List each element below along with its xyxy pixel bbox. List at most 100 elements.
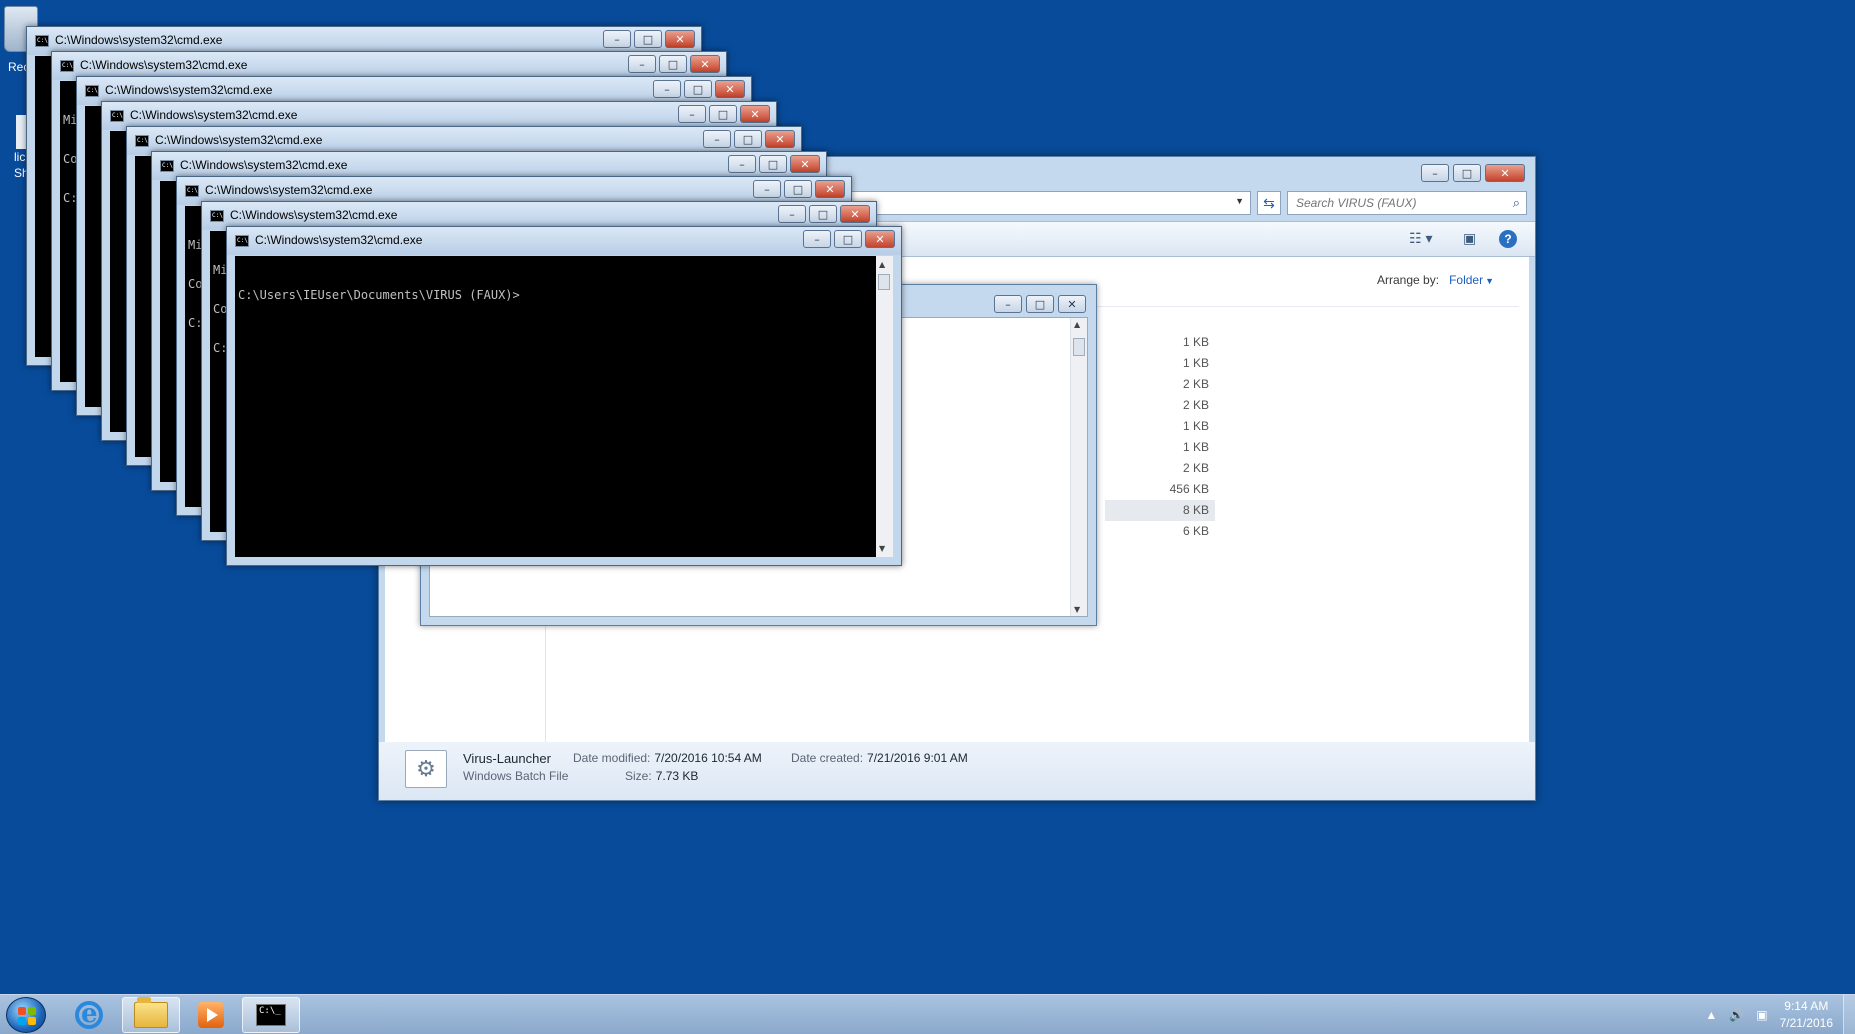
maximize-button[interactable]: □ — [809, 205, 837, 223]
scroll-up-icon[interactable]: ▲ — [879, 258, 885, 271]
cmd-window-controls: – □ ✕ — [628, 55, 720, 73]
close-button[interactable]: ✕ — [865, 230, 895, 248]
close-button[interactable]: ✕ — [715, 80, 745, 98]
explorer-window-controls: – □ ✕ — [1421, 164, 1525, 182]
minimize-button[interactable]: – — [628, 55, 656, 73]
preview-pane-icon[interactable]: ▣ — [1463, 230, 1476, 247]
show-desktop-button[interactable] — [1843, 995, 1855, 1034]
show-hidden-icons-icon[interactable]: ▲ — [1705, 1008, 1717, 1022]
file-size: 2 KB — [1182, 398, 1209, 412]
cmd-icon: C:\ — [60, 60, 74, 72]
close-button[interactable]: ✕ — [815, 180, 845, 198]
size-column: 1 KB 1 KB 2 KB 2 KB 1 KB 1 KB 2 KB 456 K… — [1105, 332, 1215, 542]
refresh-icon[interactable]: ⇆ — [1257, 191, 1281, 215]
cmd-title: C:\Windows\system32\cmd.exe — [180, 158, 348, 172]
cmd-icon: C:\ — [110, 110, 124, 122]
cmd-title: C:\Windows\system32\cmd.exe — [155, 133, 323, 147]
search-field[interactable]: ⌕ — [1287, 191, 1527, 215]
file-size: 1 KB — [1182, 335, 1209, 349]
file-size: 1 KB — [1182, 356, 1209, 370]
view-options-icon[interactable]: ☷ ▾ — [1409, 230, 1432, 247]
minimize-button[interactable]: – — [753, 180, 781, 198]
volume-icon[interactable]: 🔊 — [1729, 1008, 1744, 1022]
command-prompt-icon: C:\_ — [256, 1004, 286, 1026]
taskbar-media-player[interactable] — [182, 997, 240, 1033]
arrange-by[interactable]: Arrange by: Folder ▼ — [1377, 273, 1494, 287]
scroll-thumb[interactable] — [878, 274, 890, 290]
start-button[interactable] — [6, 997, 46, 1033]
file-size-selected[interactable]: 8 KB — [1105, 500, 1215, 521]
help-icon[interactable]: ? — [1499, 230, 1517, 248]
clock-date: 7/21/2016 — [1779, 1016, 1833, 1030]
cmd-window-active[interactable]: C:\ C:\Windows\system32\cmd.exe – □ ✕ C:… — [226, 226, 902, 566]
close-button[interactable]: ✕ — [665, 30, 695, 48]
minimize-button[interactable]: – — [994, 295, 1022, 313]
taskbar-windows-explorer[interactable] — [122, 997, 180, 1033]
scroll-thumb[interactable] — [1073, 338, 1085, 356]
taskbar-cmd[interactable]: C:\_ — [242, 997, 300, 1033]
minimize-button[interactable]: – — [703, 130, 731, 148]
maximize-button[interactable]: □ — [634, 30, 662, 48]
file-size: 456 KB — [1169, 482, 1209, 496]
internet-explorer-icon — [75, 999, 103, 1029]
shortcut-icon — [16, 115, 26, 149]
clock[interactable]: 9:14 AM 7/21/2016 — [1780, 998, 1833, 1032]
minimize-button[interactable]: – — [678, 105, 706, 123]
maximize-button[interactable]: □ — [1026, 295, 1054, 313]
dialog-window-controls: – □ ✕ — [994, 295, 1086, 313]
cmd-icon: C:\ — [185, 185, 199, 197]
maximize-button[interactable]: □ — [1453, 164, 1481, 182]
maximize-button[interactable]: □ — [834, 230, 862, 248]
minimize-button[interactable]: – — [653, 80, 681, 98]
minimize-button[interactable]: – — [728, 155, 756, 173]
close-button[interactable]: ✕ — [1058, 295, 1086, 313]
maximize-button[interactable]: □ — [784, 180, 812, 198]
console-output[interactable]: C:\Users\IEUser\Documents\VIRUS (FAUX)> … — [235, 256, 893, 557]
maximize-button[interactable]: □ — [759, 155, 787, 173]
chevron-down-icon[interactable]: ▼ — [1485, 276, 1494, 286]
file-size: 6 KB — [1182, 524, 1209, 538]
details-pane: ⚙ Virus-Launcher Windows Batch File Date… — [379, 742, 1535, 800]
cmd-icon: C:\ — [35, 35, 49, 47]
file-size: 1 KB — [1182, 440, 1209, 454]
maximize-button[interactable]: □ — [734, 130, 762, 148]
cmd-icon: C:\ — [210, 210, 224, 222]
minimize-button[interactable]: – — [603, 30, 631, 48]
cmd-window-controls: – □ ✕ — [803, 230, 895, 248]
windows-logo-icon — [18, 1007, 36, 1025]
search-input[interactable] — [1288, 192, 1526, 214]
console-prompt: C:\Users\IEUser\Documents\VIRUS (FAUX)> — [238, 288, 520, 302]
close-button[interactable]: ✕ — [765, 130, 795, 148]
maximize-button[interactable]: □ — [659, 55, 687, 73]
file-size: 2 KB — [1182, 377, 1209, 391]
arrange-by-value[interactable]: Folder — [1449, 273, 1483, 287]
console-scrollbar[interactable]: ▲ ▼ — [876, 256, 893, 557]
cmd-icon: C:\ — [235, 235, 249, 247]
close-button[interactable]: ✕ — [740, 105, 770, 123]
cmd-title: C:\Windows\system32\cmd.exe — [55, 33, 223, 47]
chevron-down-icon[interactable]: ▼ — [1235, 196, 1244, 206]
close-button[interactable]: ✕ — [690, 55, 720, 73]
minimize-button[interactable]: – — [778, 205, 806, 223]
vertical-scrollbar[interactable]: ▲ ▼ — [1070, 318, 1087, 616]
taskbar-internet-explorer[interactable] — [60, 997, 118, 1033]
maximize-button[interactable]: □ — [684, 80, 712, 98]
close-button[interactable]: ✕ — [840, 205, 870, 223]
scroll-down-icon[interactable]: ▼ — [879, 542, 885, 555]
file-size: 1 KB — [1182, 419, 1209, 433]
network-icon[interactable]: ▣ — [1756, 1008, 1767, 1022]
size-value: 7.73 KB — [655, 769, 699, 783]
close-button[interactable]: ✕ — [1485, 164, 1525, 182]
scroll-up-icon[interactable]: ▲ — [1074, 320, 1080, 329]
maximize-button[interactable]: □ — [709, 105, 737, 123]
close-button[interactable]: ✕ — [790, 155, 820, 173]
scroll-down-icon[interactable]: ▼ — [1074, 605, 1080, 614]
cmd-title: C:\Windows\system32\cmd.exe — [105, 83, 273, 97]
cmd-window-controls: – □ ✕ — [728, 155, 820, 173]
minimize-button[interactable]: – — [803, 230, 831, 248]
details-file-type: Windows Batch File — [463, 769, 569, 783]
minimize-button[interactable]: – — [1421, 164, 1449, 182]
search-icon[interactable]: ⌕ — [1513, 195, 1520, 211]
details-date-modified: Date modified: 7/20/2016 10:54 AM — [573, 751, 762, 765]
cmd-title-bar[interactable]: C:\ C:\Windows\system32\cmd.exe – □ ✕ — [227, 227, 901, 255]
